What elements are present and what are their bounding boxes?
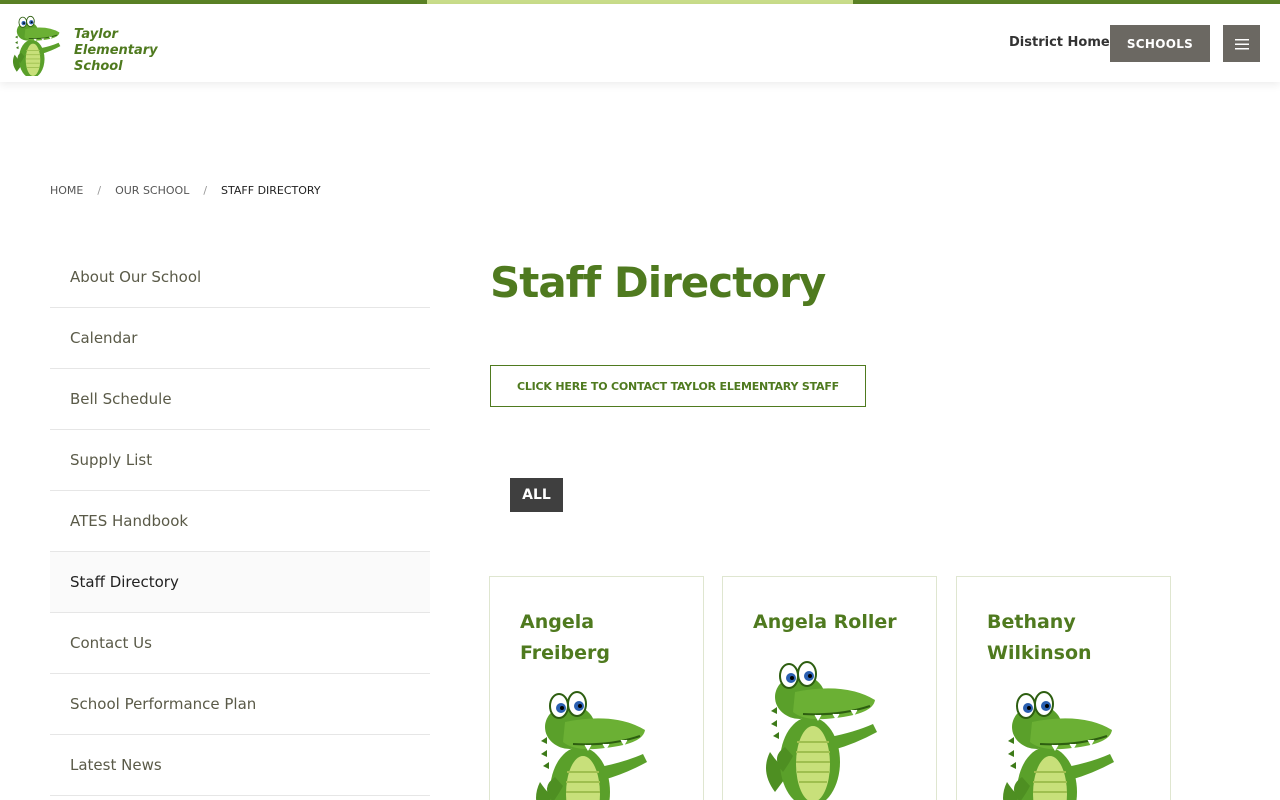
sidebar-item-calendar[interactable]: Calendar [50, 308, 430, 369]
staff-name[interactable]: Angela Roller [753, 607, 923, 638]
staff-mascot-icon [755, 652, 885, 800]
breadcrumb-separator: / [203, 184, 208, 197]
site-header: Taylor Elementary School District Home S… [0, 4, 1280, 82]
sidebar-item-performance-plan[interactable]: School Performance Plan [50, 674, 430, 735]
hamburger-icon [1234, 38, 1249, 49]
staff-mascot-icon [525, 682, 655, 800]
staff-name[interactable]: Bethany Wilkinson [987, 607, 1157, 669]
sidebar-item-about[interactable]: About Our School [50, 247, 430, 308]
staff-card[interactable]: Angela Freiberg [489, 576, 704, 800]
school-logo-icon[interactable] [8, 12, 64, 76]
menu-button[interactable] [1223, 25, 1260, 62]
breadcrumb-separator: / [97, 184, 102, 197]
sidebar-item-bell-schedule[interactable]: Bell Schedule [50, 369, 430, 430]
staff-card[interactable]: Angela Roller [722, 576, 937, 800]
staff-mascot-icon [992, 682, 1122, 800]
breadcrumb: HOME / OUR SCHOOL / STAFF DIRECTORY [50, 184, 321, 197]
school-name[interactable]: Taylor Elementary School [74, 27, 204, 75]
sidebar-item-latest-news[interactable]: Latest News [50, 735, 430, 796]
sidebar-item-staff-directory[interactable]: Staff Directory [50, 552, 430, 613]
schools-button[interactable]: SCHOOLS [1110, 25, 1210, 62]
sidebar-nav: About Our School Calendar Bell Schedule … [50, 247, 430, 796]
sidebar-item-supply-list[interactable]: Supply List [50, 430, 430, 491]
breadcrumb-home[interactable]: HOME [50, 184, 83, 197]
breadcrumb-our-school[interactable]: OUR SCHOOL [115, 184, 189, 197]
filter-all-button[interactable]: ALL [510, 478, 563, 512]
staff-card[interactable]: Bethany Wilkinson [956, 576, 1171, 800]
breadcrumb-current: STAFF DIRECTORY [221, 184, 321, 197]
page-title: Staff Directory [490, 258, 826, 307]
staff-name[interactable]: Angela Freiberg [520, 607, 690, 669]
sidebar-item-contact[interactable]: Contact Us [50, 613, 430, 674]
district-home-link[interactable]: District Home [1009, 35, 1110, 50]
contact-staff-button[interactable]: CLICK HERE TO CONTACT TAYLOR ELEMENTARY … [490, 365, 866, 407]
sidebar-item-handbook[interactable]: ATES Handbook [50, 491, 430, 552]
